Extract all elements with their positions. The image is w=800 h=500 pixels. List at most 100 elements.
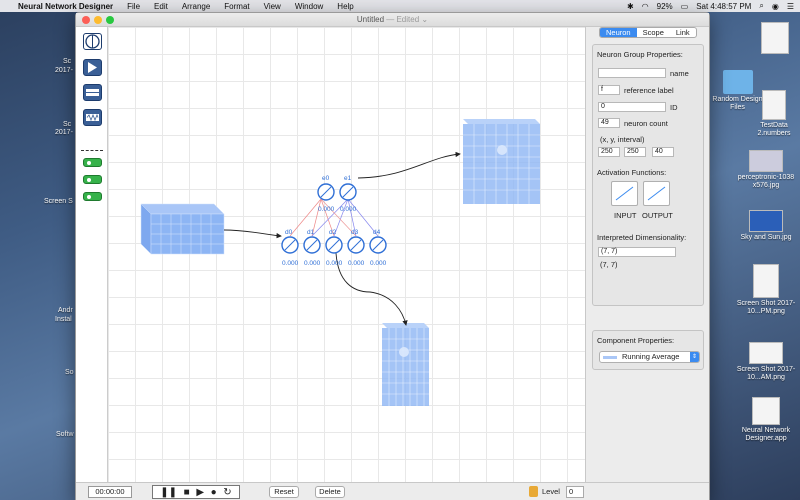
neuron-d4[interactable]: [369, 236, 387, 254]
grid-tool-icon[interactable]: [83, 84, 102, 101]
reference-label-label: reference label: [624, 86, 674, 95]
desktop-icon[interactable]: Sky and Sun.jpg: [732, 210, 800, 242]
notification-center-icon[interactable]: ☰: [787, 2, 794, 11]
neuron-d2-value: 0.000: [326, 260, 343, 267]
output-layer-grid-top[interactable]: [463, 119, 540, 204]
desktop-icon[interactable]: Neural Network Designer.app: [732, 397, 800, 443]
activation-title: Activation Functions:: [597, 168, 667, 177]
x-field[interactable]: 250: [598, 147, 620, 157]
neuron-d0[interactable]: [281, 236, 299, 254]
delete-button[interactable]: Delete: [315, 486, 345, 498]
tool-palette: [76, 27, 108, 489]
input-layer-cube[interactable]: [140, 203, 225, 255]
menu-window[interactable]: Window: [295, 2, 323, 11]
edited-indicator[interactable]: — Edited ⌄: [386, 15, 428, 24]
desktop-left-label[interactable]: Sc: [63, 58, 71, 66]
input-tool-icon[interactable]: [83, 158, 102, 167]
inspector-tabs: Neuron Scope Link: [599, 27, 697, 38]
desktop-left-label[interactable]: Softw: [56, 431, 74, 439]
menu-arrange[interactable]: Arrange: [182, 2, 210, 11]
menu-edit[interactable]: Edit: [154, 2, 168, 11]
dimensionality-text: (7, 7): [600, 260, 618, 269]
play-icon[interactable]: ▶: [196, 487, 204, 498]
neuron-e0[interactable]: [317, 183, 335, 201]
neuron-e0-label: e0: [322, 175, 330, 182]
linear-activation-icon: [615, 186, 634, 201]
tab-neuron[interactable]: Neuron: [600, 28, 637, 37]
refresh-icon[interactable]: ↻: [223, 487, 231, 498]
id-field[interactable]: 0: [598, 102, 666, 112]
y-field[interactable]: 250: [624, 147, 646, 157]
desktop-icon-label: Neural Network Designer.app: [741, 427, 791, 442]
desktop-icon[interactable]: Screen Shot 2017-10...PM.png: [732, 264, 800, 316]
reference-label-field[interactable]: f: [598, 85, 620, 95]
group-title: Neuron Group Properties:: [597, 50, 683, 59]
desktop-left-label[interactable]: So: [65, 369, 74, 377]
name-label: name: [670, 69, 689, 78]
battery-percent[interactable]: 92%: [657, 2, 673, 11]
menu-view[interactable]: View: [264, 2, 281, 11]
tab-link[interactable]: Link: [670, 28, 696, 37]
component-select[interactable]: Running Average ⇕: [599, 351, 700, 363]
desktop-left-label[interactable]: 2017-: [55, 129, 73, 137]
neuron-count-field[interactable]: 49: [598, 118, 620, 128]
window-titlebar[interactable]: Untitled — Edited ⌄: [76, 13, 709, 27]
desktop-icon[interactable]: perceptronic-1038 x576.jpg: [732, 150, 800, 190]
output-activation-button[interactable]: [643, 181, 670, 206]
desktop-left-label[interactable]: Screen S: [44, 198, 73, 206]
user-icon[interactable]: ◉: [772, 2, 779, 11]
desktop-left-label[interactable]: 2017-: [55, 67, 73, 75]
desktop-icon[interactable]: [750, 22, 800, 56]
desktop-icon[interactable]: Screen Shot 2017-10...AM.png: [732, 342, 800, 382]
layer-tool-icon[interactable]: [83, 59, 102, 76]
wifi-icon[interactable]: ◠: [642, 2, 649, 11]
desktop-icon[interactable]: TestData 2.numbers: [748, 90, 800, 138]
stop-icon[interactable]: ■: [184, 487, 190, 498]
desktop-left-label[interactable]: Sc: [63, 121, 71, 129]
record-icon[interactable]: ●: [211, 487, 217, 498]
desktop-left-label[interactable]: Instal: [55, 316, 72, 324]
reset-button[interactable]: Reset: [269, 486, 299, 498]
desktop-left-label[interactable]: Andr: [58, 307, 73, 315]
neuron-d4-value: 0.000: [370, 260, 387, 267]
neuron-d2-label: d2: [329, 229, 337, 236]
xyi-label: (x, y, interval): [600, 135, 645, 144]
menu-file[interactable]: File: [127, 2, 140, 11]
desktop-icon-label: Screen Shot 2017-10...AM.png: [736, 366, 796, 381]
input-activation-button[interactable]: [611, 181, 638, 206]
component-select-value: Running Average: [622, 352, 680, 361]
menu-format[interactable]: Format: [224, 2, 249, 11]
neuron-d2[interactable]: [325, 236, 343, 254]
level-field[interactable]: 0: [566, 486, 584, 498]
menu-help[interactable]: Help: [337, 2, 353, 11]
output-tool-icon[interactable]: [83, 175, 102, 184]
name-field[interactable]: [598, 68, 666, 78]
design-canvas[interactable]: e0 e1 0.000 0.000 d0 d1 d2 d3 d4 0.000 0…: [108, 27, 585, 482]
wave-tool-icon[interactable]: [83, 109, 102, 126]
interval-field[interactable]: 40: [652, 147, 674, 157]
output-layer-grid-bottom[interactable]: [382, 323, 429, 406]
minimize-window-icon[interactable]: [94, 16, 102, 24]
dimensionality-field[interactable]: (7, 7): [598, 247, 676, 257]
neuron-e1[interactable]: [339, 183, 357, 201]
menubar-clock[interactable]: Sat 4:48:57 PM: [696, 2, 751, 11]
linear-activation-icon: [647, 186, 666, 201]
close-window-icon[interactable]: [82, 16, 90, 24]
menu-app-name[interactable]: Neural Network Designer: [18, 2, 113, 11]
network-diagram: e0 e1 0.000 0.000 d0 d1 d2 d3 d4 0.000 0…: [140, 119, 540, 406]
neuron-d3[interactable]: [347, 236, 365, 254]
pause-icon[interactable]: ❚❚: [160, 487, 177, 498]
output-activation-label: OUTPUT: [642, 211, 673, 220]
lock-icon[interactable]: [529, 486, 538, 497]
neuron-tool-icon[interactable]: [83, 33, 102, 50]
input-to-d-arrow: [223, 229, 282, 239]
zoom-window-icon[interactable]: [106, 16, 114, 24]
level-label: Level: [542, 487, 560, 496]
spotlight-icon[interactable]: ⌕: [759, 1, 763, 11]
bias-tool-icon[interactable]: [83, 192, 102, 201]
bluetooth-icon[interactable]: ✱: [627, 2, 634, 11]
battery-icon[interactable]: ▭: [681, 2, 689, 11]
neuron-d1[interactable]: [303, 236, 321, 254]
tab-scope[interactable]: Scope: [637, 28, 670, 37]
neuron-e0-value: 0.000: [318, 206, 335, 213]
